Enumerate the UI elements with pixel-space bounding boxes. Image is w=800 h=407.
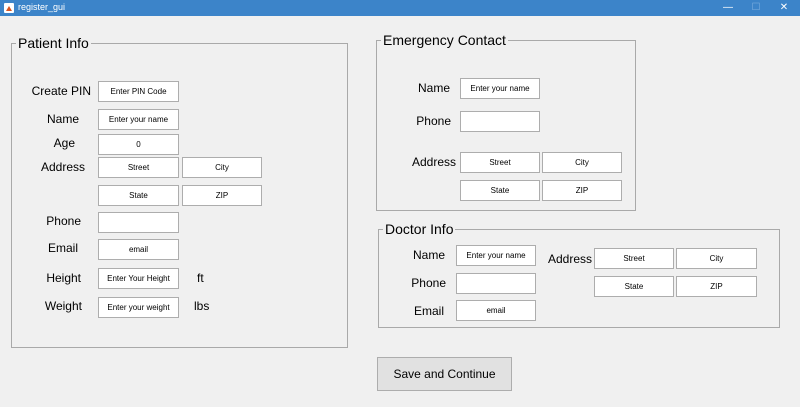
age-label: Age	[53, 136, 75, 150]
patient-state-input[interactable]	[98, 185, 179, 206]
minimize-icon[interactable]: —	[715, 0, 741, 16]
doctor-email-label: Email	[413, 304, 444, 318]
patient-phone-label: Phone	[46, 214, 81, 228]
patient-phone-input[interactable]	[98, 212, 179, 233]
emergency-contact-legend: Emergency Contact	[381, 31, 508, 49]
emergency-street-input[interactable]	[460, 152, 540, 173]
patient-email-input[interactable]	[98, 239, 179, 260]
doctor-zip-input[interactable]	[676, 276, 757, 297]
patient-name-input[interactable]	[98, 109, 179, 130]
height-label: Height	[46, 271, 81, 285]
doctor-phone-input[interactable]	[456, 273, 536, 294]
weight-input[interactable]	[98, 297, 179, 318]
doctor-email-input[interactable]	[456, 300, 536, 321]
doctor-name-label: Name	[412, 248, 445, 262]
age-input[interactable]	[98, 134, 179, 155]
emergency-zip-input[interactable]	[542, 180, 622, 201]
weight-label: Weight	[44, 299, 82, 313]
matlab-app-icon	[4, 3, 14, 13]
weight-unit-label: lbs	[194, 299, 210, 313]
emergency-address-label: Address	[411, 155, 456, 169]
maximize-icon[interactable]: ☐	[743, 0, 769, 16]
pin-input[interactable]	[98, 81, 179, 102]
close-icon[interactable]: ✕	[771, 0, 797, 16]
emergency-state-input[interactable]	[460, 180, 540, 201]
patient-address-label: Address	[40, 160, 85, 174]
patient-city-input[interactable]	[182, 157, 262, 178]
emergency-phone-input[interactable]	[460, 111, 540, 132]
title-bar: register_gui — ☐ ✕	[0, 0, 800, 16]
doctor-phone-label: Phone	[411, 276, 446, 290]
window-title: register_gui	[18, 2, 66, 12]
doctor-city-input[interactable]	[676, 248, 757, 269]
patient-street-input[interactable]	[98, 157, 179, 178]
patient-info-legend: Patient Info	[16, 34, 91, 52]
create-pin-label: Create PIN	[31, 84, 91, 98]
emergency-phone-label: Phone	[416, 114, 451, 128]
doctor-street-input[interactable]	[594, 248, 674, 269]
doctor-address-label: Address	[548, 252, 593, 266]
patient-email-label: Email	[47, 241, 78, 255]
doctor-info-legend: Doctor Info	[383, 220, 456, 238]
emergency-name-label: Name	[417, 81, 450, 95]
doctor-name-input[interactable]	[456, 245, 536, 266]
emergency-name-input[interactable]	[460, 78, 540, 99]
patient-zip-input[interactable]	[182, 185, 262, 206]
height-unit-label: ft	[197, 271, 204, 285]
height-input[interactable]	[98, 268, 179, 289]
emergency-city-input[interactable]	[542, 152, 622, 173]
save-and-continue-button[interactable]: Save and Continue	[377, 357, 512, 391]
patient-name-label: Name	[46, 112, 79, 126]
doctor-state-input[interactable]	[594, 276, 674, 297]
